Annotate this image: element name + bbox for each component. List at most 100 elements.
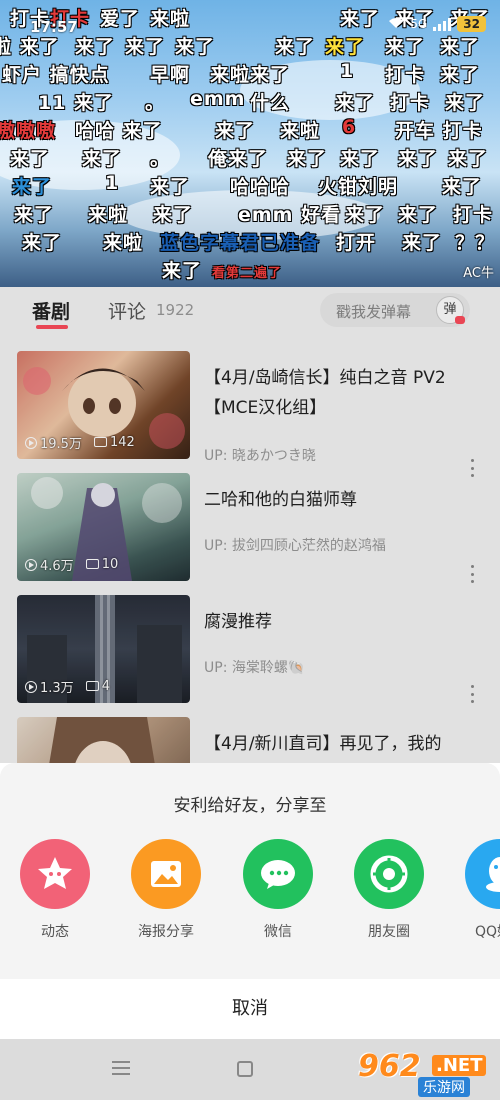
share-sheet: 安利给好友，分享至 动态 海报分享 微信 朋友圈 QQ 取消	[0, 763, 500, 1039]
logo-net: .NET	[432, 1055, 487, 1076]
moments-icon	[354, 839, 424, 909]
share-target-qq[interactable]: QQ好友	[460, 839, 500, 941]
menu-icon[interactable]	[112, 1061, 130, 1075]
share-target-moments[interactable]: 朋友圈	[349, 839, 429, 941]
danmaku-comment: 来了	[340, 148, 381, 170]
danmaku-comment: 嗷嗷嗷	[0, 120, 57, 142]
more-options-icon[interactable]	[470, 565, 474, 583]
comments-count: 4	[101, 679, 110, 694]
danmaku-comment: 打卡	[453, 204, 494, 226]
danmaku-comment: 1	[340, 60, 355, 82]
danmaku-comment: 来了	[445, 92, 486, 114]
danmaku-comment: 打卡	[390, 92, 431, 114]
danmaku-comment: 1	[105, 172, 120, 194]
views-count: 4.6万	[40, 559, 74, 574]
danmaku-toggle-button[interactable]: 弹	[436, 296, 465, 324]
wifi-icon	[388, 17, 404, 32]
danmaku-comment: 看第二遍了	[212, 266, 283, 281]
danmaku-comment: 打卡	[385, 64, 426, 86]
video-thumbnail[interactable]: 4.6万 10	[17, 473, 190, 581]
danmaku-comment: 来啦	[88, 204, 129, 226]
anime-portrait-illustration	[49, 717, 155, 763]
image-icon	[131, 839, 201, 909]
danmaku-comment: 俺来了	[208, 148, 269, 170]
share-target-wechat[interactable]: 微信	[238, 839, 318, 941]
home-icon[interactable]	[237, 1061, 253, 1077]
more-options-icon[interactable]	[470, 685, 474, 703]
comment-icon	[85, 559, 99, 569]
uploader-name: UP: 晓あかつき晓	[204, 448, 316, 464]
danmaku-comment: 虾户 搞快点	[2, 64, 110, 86]
danmaku-comment: 6	[342, 116, 357, 138]
battery-indicator: 32	[457, 16, 486, 32]
danmaku-comment: 。	[145, 92, 166, 114]
video-thumbnail[interactable]	[17, 717, 190, 763]
danmaku-comment: ？？	[455, 232, 496, 254]
tab-comments[interactable]: 评论	[108, 297, 146, 324]
danmaku-input[interactable]: 戳我发弹幕 弹	[320, 293, 470, 327]
danmaku-comment: 来了	[442, 176, 483, 198]
share-label: QQ好友	[474, 924, 500, 940]
danmaku-comment: 来了	[335, 92, 376, 114]
danmaku-comment: 来啦	[103, 232, 144, 254]
danmaku-toggle-label: 弹	[443, 302, 457, 317]
danmaku-comment: 来啦来了	[210, 64, 291, 86]
danmaku-comment: 打开	[336, 232, 377, 254]
list-item[interactable]: 4.6万 10 二哈和他的白猫师尊 UP: 拔剑四顾心茫然的赵鸿福	[0, 473, 500, 585]
video-title[interactable]: 腐漫推荐	[204, 607, 484, 637]
share-target-dynamic[interactable]: 动态	[15, 839, 95, 941]
danmaku-comment: emm	[190, 88, 246, 110]
danmaku-placeholder: 戳我发弹幕	[336, 303, 412, 321]
danmaku-comment: 来了	[398, 204, 439, 226]
list-item[interactable]: 1.3万 4 腐漫推荐 UP: 海棠聆螺🐚	[0, 595, 500, 707]
video-title[interactable]: 二哈和他的白猫师尊	[204, 485, 484, 515]
share-label: 朋友圈	[368, 924, 410, 940]
play-count-icon	[25, 681, 37, 693]
comment-icon	[93, 437, 107, 447]
danmaku-row: 嗷嗷嗷 哈哈 来了 来了 来啦 6 开车 打卡	[0, 116, 500, 144]
status-bar: 17:57 5G 32	[0, 10, 500, 40]
logo-sub: 乐游网	[418, 1077, 470, 1097]
video-thumbnail[interactable]: 1.3万 4	[17, 595, 190, 703]
video-thumbnail[interactable]: 19.5万 142	[17, 351, 190, 459]
qq-icon	[465, 839, 500, 909]
danmaku-comment: 来了	[14, 204, 55, 226]
views-stat: 19.5万	[25, 433, 82, 452]
danmaku-comment: 来啦	[280, 120, 321, 142]
comments-count: 142	[109, 435, 135, 450]
tab-bangumi[interactable]: 番剧	[32, 297, 70, 324]
danmaku-comment: 来了	[162, 260, 203, 282]
danmaku-comment: 来了	[12, 176, 53, 198]
comment-count: 1922	[156, 301, 195, 319]
video-list: 19.5万 142 【4月/岛崎信长】纯白之音 PV2【MCE汉化组】 UP: …	[0, 333, 500, 763]
comments-stat: 142	[93, 435, 135, 450]
views-count: 1.3万	[40, 681, 74, 696]
danmaku-comment: 来了	[153, 204, 194, 226]
danmaku-comment: 来了	[287, 148, 328, 170]
list-item[interactable]: 【4月/新川直司】再见了，我的	[0, 717, 500, 763]
danmaku-comment: emm 好看	[238, 204, 342, 226]
comments-count: 10	[101, 557, 119, 572]
danmaku-comment: 什么	[250, 92, 291, 114]
video-player[interactable]: 打卡打卡爱了来啦来了来了来了啦 来了来了来了来了来了来了来了来了虾户 搞快点早啊…	[0, 0, 500, 287]
system-nav-bar: 962 .NET 乐游网	[0, 1039, 500, 1100]
thumbnail-stats: 4.6万 10	[25, 555, 118, 574]
tab-indicator	[36, 325, 68, 329]
danmaku-comment: 蓝色字幕君已准备	[160, 232, 321, 254]
danmaku-comment: 哈哈哈	[230, 176, 291, 198]
danmaku-comment: 来了	[440, 64, 481, 86]
thumbnail-stats: 1.3万 4	[25, 677, 110, 696]
share-label: 微信	[264, 924, 292, 940]
video-title[interactable]: 【4月/岛崎信长】纯白之音 PV2【MCE汉化组】	[204, 363, 484, 423]
list-item[interactable]: 19.5万 142 【4月/岛崎信长】纯白之音 PV2【MCE汉化组】 UP: …	[0, 351, 500, 477]
danmaku-row: 来了 看第二遍了	[0, 256, 500, 284]
danmaku-comment: 11 来了	[38, 92, 115, 114]
video-title[interactable]: 【4月/新川直司】再见了，我的	[204, 729, 484, 759]
danmaku-comment: 来了	[215, 120, 256, 142]
tab-bar: 番剧 评论 1922 戳我发弹幕 弹	[0, 287, 500, 333]
cancel-button[interactable]: 取消	[0, 979, 500, 1039]
share-target-poster[interactable]: 海报分享	[126, 839, 206, 941]
danmaku-row: 来了 来啦 蓝色字幕君已准备 打开 来了 ？？	[0, 228, 500, 256]
uploader-name: UP: 拔剑四顾心茫然的赵鸿福	[204, 538, 386, 554]
network-label: 5G	[410, 17, 428, 31]
